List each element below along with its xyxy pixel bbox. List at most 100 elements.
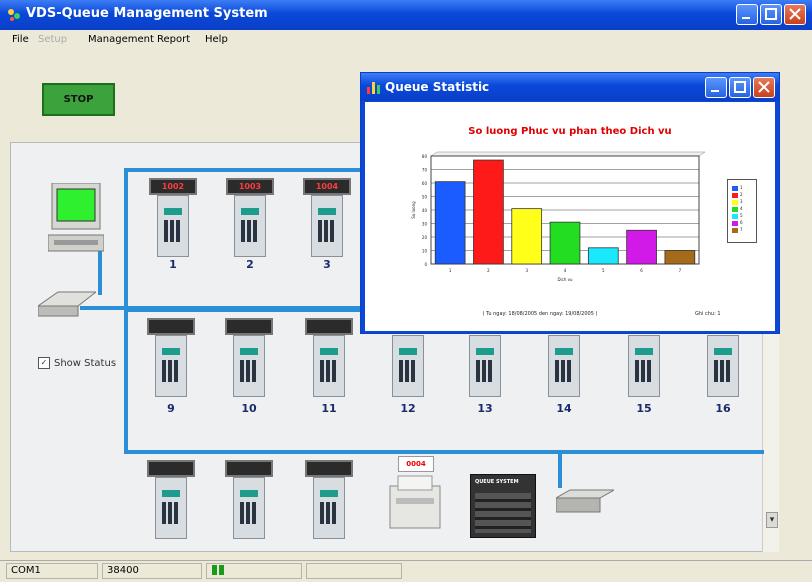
terminal-number: 10 (241, 402, 257, 415)
terminal[interactable]: 1003 (226, 178, 274, 260)
network-line (124, 450, 764, 454)
x-tick-label: 7 (679, 268, 682, 273)
maximize-button[interactable] (760, 4, 782, 25)
legend-swatch (732, 228, 738, 233)
status-pane (306, 563, 402, 579)
menu-file[interactable]: File (12, 34, 29, 45)
terminal-number: 12 (400, 402, 416, 415)
terminal-body (469, 335, 501, 397)
app-title: VDS-Queue Management System (26, 6, 268, 21)
terminal[interactable] (225, 460, 273, 542)
child-maximize-button[interactable] (729, 77, 751, 98)
child-title-bar: Queue Statistic (361, 73, 779, 101)
bar (587, 247, 619, 265)
x-tick-label: 1 (449, 268, 452, 273)
terminal-number: 15 (636, 402, 652, 415)
x-tick-label: 5 (602, 268, 605, 273)
show-status-checkbox[interactable]: ✓ Show Status (38, 357, 116, 369)
maximize-icon (734, 81, 746, 93)
y-tick-label: 10 (422, 249, 428, 254)
y-tick-label: 30 (422, 222, 428, 227)
terminal-number: 2 (246, 258, 254, 271)
x-axis-label: Dich vu (557, 277, 573, 282)
hub-icon (38, 291, 96, 317)
legend-label: 3 (740, 199, 743, 204)
legend-label: 1 (740, 185, 743, 190)
terminal[interactable]: 1002 (149, 178, 197, 260)
bar (549, 221, 581, 265)
terminal[interactable]: 1004 (303, 178, 351, 260)
terminal-number: 3 (323, 258, 331, 271)
legend-swatch (732, 193, 738, 198)
bar (664, 250, 696, 265)
chart-legend: 1 2 3 4 5 6 7 (727, 179, 757, 243)
network-switch-icon (556, 489, 614, 513)
terminal-display: 1003 (226, 178, 274, 195)
terminal-display (147, 318, 195, 335)
queue-system-box[interactable]: QUEUE SYSTEM (470, 474, 536, 538)
terminal[interactable] (147, 318, 195, 400)
plot-top-edge (430, 151, 706, 157)
scroll-down-button[interactable]: ▾ (766, 512, 778, 528)
close-icon (789, 8, 801, 20)
y-tick-label: 50 (422, 195, 428, 200)
ticket-printer-icon[interactable] (386, 472, 448, 532)
bar (434, 181, 466, 265)
legend-swatch (732, 207, 738, 212)
terminal-number: 1 (169, 258, 177, 271)
close-icon (758, 81, 770, 93)
network-line (558, 452, 562, 488)
child-close-button[interactable] (753, 77, 775, 98)
checkbox-box[interactable]: ✓ (38, 357, 50, 369)
computer-icon (48, 183, 104, 252)
child-minimize-button[interactable] (705, 77, 727, 98)
status-port: COM1 (6, 563, 98, 579)
y-tick-label: 0 (424, 262, 427, 267)
app-icon (8, 9, 20, 21)
terminal[interactable] (305, 460, 353, 542)
terminal-body (233, 477, 265, 539)
terminal-body (155, 477, 187, 539)
terminal-display (305, 318, 353, 335)
x-tick-label: 4 (564, 268, 567, 273)
stop-button[interactable]: STOP (42, 83, 115, 116)
terminal-body (233, 335, 265, 397)
terminal-display (305, 460, 353, 477)
status-indicator (206, 563, 302, 579)
terminal-display (147, 460, 195, 477)
legend-label: 4 (740, 206, 743, 211)
menu-management[interactable]: Management (88, 34, 154, 45)
title-bar: VDS-Queue Management System (0, 0, 812, 30)
y-tick-label: 70 (422, 168, 428, 173)
menu-report[interactable]: Report (157, 34, 190, 45)
legend-label: 2 (740, 192, 743, 197)
main-window: VDS-Queue Management System File Setup M… (0, 0, 812, 582)
menu-setup: Setup (38, 34, 68, 45)
y-tick-label: 80 (422, 154, 428, 159)
chart-note: Ghi chu: 1 (695, 311, 721, 317)
close-button[interactable] (784, 4, 806, 25)
status-bar: COM1 38400 (0, 560, 812, 582)
terminal[interactable] (147, 460, 195, 542)
printer-display: 0004 (398, 456, 434, 472)
terminal-body (548, 335, 580, 397)
bar (626, 229, 657, 265)
bar (511, 208, 543, 265)
terminal[interactable] (225, 318, 273, 400)
terminal-body (392, 335, 424, 397)
menu-help[interactable]: Help (205, 34, 228, 45)
terminal-body (313, 477, 345, 539)
terminal[interactable] (305, 318, 353, 400)
minimize-button[interactable] (736, 4, 758, 25)
terminal-body (157, 195, 189, 257)
show-status-label: Show Status (54, 358, 117, 369)
legend-swatch (732, 221, 738, 226)
terminal-body (628, 335, 660, 397)
terminal-number: 11 (321, 402, 337, 415)
connection-icon (212, 565, 224, 575)
chart-caption: ( Tu ngay: 18/08/2005 den ngay: 19/08/20… (482, 311, 598, 317)
network-line (98, 250, 102, 295)
terminal-display: 1004 (303, 178, 351, 195)
terminal-number: 14 (556, 402, 572, 415)
x-tick-label: 6 (640, 268, 643, 273)
